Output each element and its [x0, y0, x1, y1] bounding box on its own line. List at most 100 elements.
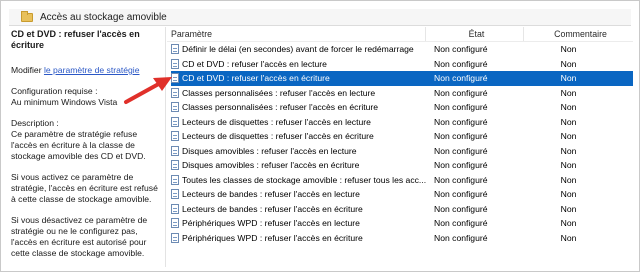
- setting-name: Périphériques WPD : refuser l'accès en l…: [182, 218, 360, 229]
- table-row[interactable]: Disques amovibles : refuser l'accès en é…: [167, 158, 633, 173]
- setting-name: Périphériques WPD : refuser l'accès en é…: [182, 232, 363, 243]
- policy-setting-icon: [171, 102, 179, 113]
- cell-parametre: Lecteurs de bandes : refuser l'accès en …: [167, 203, 426, 214]
- table-row[interactable]: Lecteurs de disquettes : refuser l'accès…: [167, 129, 633, 144]
- cell-commentaire: Non: [560, 174, 577, 185]
- table-body: Définir le délai (en secondes) avant de …: [167, 42, 633, 245]
- policy-setting-icon: [171, 174, 179, 185]
- policy-setting-icon: [171, 131, 179, 142]
- cell-parametre: Définir le délai (en secondes) avant de …: [167, 44, 426, 55]
- column-header-parametre[interactable]: Paramètre: [167, 27, 426, 41]
- column-header-etat[interactable]: État: [426, 27, 524, 41]
- requirement-label: Configuration requise :: [11, 86, 98, 96]
- cell-commentaire: Non: [560, 145, 577, 156]
- cell-parametre: Périphériques WPD : refuser l'accès en l…: [167, 218, 426, 229]
- setting-name: Classes personnalisées : refuser l'accès…: [182, 102, 379, 113]
- description-label: Description :: [11, 118, 59, 128]
- cell-parametre: Disques amovibles : refuser l'accès en é…: [167, 160, 426, 171]
- cell-etat: Non configuré: [434, 160, 488, 171]
- cell-commentaire: Non: [560, 44, 577, 55]
- cell-parametre: Disques amovibles : refuser l'accès en l…: [167, 145, 426, 156]
- policy-window: Accès au stockage amovible CD et DVD : r…: [0, 0, 640, 272]
- cell-parametre: Classes personnalisées : refuser l'accès…: [167, 102, 426, 113]
- cell-etat: Non configuré: [434, 131, 488, 142]
- table-row[interactable]: Lecteurs de bandes : refuser l'accès en …: [167, 202, 633, 217]
- setting-name: Lecteurs de bandes : refuser l'accès en …: [182, 203, 363, 214]
- policy-setting-icon: [171, 73, 179, 84]
- edit-policy-line: Modifier le paramètre de stratégie: [11, 65, 163, 76]
- table-row[interactable]: CD et DVD : refuser l'accès en lecture No…: [167, 57, 633, 72]
- requirement-value: Au minimum Windows Vista: [11, 97, 118, 107]
- cell-etat: Non configuré: [434, 58, 488, 69]
- setting-name: Lecteurs de bandes : refuser l'accès en …: [182, 189, 360, 200]
- requirements: Configuration requise : Au minimum Windo…: [11, 86, 163, 108]
- setting-name: CD et DVD : refuser l'accès en écriture: [182, 73, 330, 84]
- cell-etat: Non configuré: [434, 145, 488, 156]
- enabled-paragraph: Si vous activez ce paramètre de stratégi…: [11, 172, 158, 204]
- cell-parametre: CD et DVD : refuser l'accès en lecture: [167, 58, 426, 69]
- window-titlebar: Accès au stockage amovible: [9, 9, 631, 26]
- table-row[interactable]: Périphériques WPD : refuser l'accès en é…: [167, 231, 633, 246]
- cell-commentaire: Non: [560, 58, 577, 69]
- policy-setting-icon: [171, 116, 179, 127]
- cell-etat: Non configuré: [434, 203, 488, 214]
- pane-divider[interactable]: [165, 27, 166, 267]
- policy-setting-icon: [171, 203, 179, 214]
- description: Description : Ce paramètre de stratégie …: [11, 118, 163, 162]
- cell-commentaire: Non: [560, 232, 577, 243]
- cell-commentaire: Non: [560, 160, 577, 171]
- cell-etat: Non configuré: [434, 116, 488, 127]
- setting-name: Lecteurs de disquettes : refuser l'accès…: [182, 131, 374, 142]
- policy-setting-icon: [171, 218, 179, 229]
- setting-name: Lecteurs de disquettes : refuser l'accès…: [182, 116, 371, 127]
- cell-etat: Non configuré: [434, 44, 488, 55]
- policy-setting-icon: [171, 232, 179, 243]
- cell-commentaire: Non: [560, 131, 577, 142]
- cell-parametre: Classes personnalisées : refuser l'accès…: [167, 87, 426, 98]
- disabled-paragraph: Si vous désactivez ce paramètre de strat…: [11, 215, 148, 258]
- cell-parametre: Lecteurs de disquettes : refuser l'accès…: [167, 131, 426, 142]
- cell-parametre: Lecteurs de bandes : refuser l'accès en …: [167, 189, 426, 200]
- table-row[interactable]: Périphériques WPD : refuser l'accès en l…: [167, 216, 633, 231]
- folder-icon: [21, 10, 33, 22]
- cell-commentaire: Non: [560, 116, 577, 127]
- setting-name: Définir le délai (en secondes) avant de …: [182, 44, 414, 55]
- table-row[interactable]: Classes personnalisées : refuser l'accès…: [167, 100, 633, 115]
- table-row[interactable]: CD et DVD : refuser l'accès en écriture N…: [171, 71, 633, 86]
- table-row[interactable]: Toutes les classes de stockage amovible …: [167, 173, 633, 188]
- window-title: Accès au stockage amovible: [40, 11, 167, 23]
- cell-parametre: Toutes les classes de stockage amovible …: [167, 174, 426, 185]
- cell-etat: Non configuré: [434, 174, 488, 185]
- table-row[interactable]: Disques amovibles : refuser l'accès en l…: [167, 144, 633, 159]
- table-row[interactable]: Lecteurs de bandes : refuser l'accès en …: [167, 187, 633, 202]
- policy-heading: CD et DVD : refuser l'accès en écriture: [11, 29, 140, 50]
- setting-name: Disques amovibles : refuser l'accès en l…: [182, 145, 357, 156]
- cell-commentaire: Non: [560, 87, 577, 98]
- cell-parametre: Périphériques WPD : refuser l'accès en é…: [167, 232, 426, 243]
- setting-name: Disques amovibles : refuser l'accès en é…: [182, 160, 360, 171]
- edit-prefix: Modifier: [11, 65, 44, 75]
- edit-policy-link[interactable]: le paramètre de stratégie: [44, 65, 140, 75]
- table-row[interactable]: Lecteurs de disquettes : refuser l'accès…: [167, 115, 633, 130]
- cell-parametre: Lecteurs de disquettes : refuser l'accès…: [167, 116, 426, 127]
- cell-etat: Non configuré: [434, 232, 488, 243]
- settings-table: Paramètre État Commentaire Définir le dé…: [167, 27, 633, 267]
- cell-etat: Non configuré: [434, 73, 488, 84]
- table-header: Paramètre État Commentaire: [167, 27, 633, 42]
- description-text: Ce paramètre de stratégie refuse l'accès…: [11, 129, 146, 161]
- table-row[interactable]: Classes personnalisées : refuser l'accès…: [167, 86, 633, 101]
- table-row[interactable]: Définir le délai (en secondes) avant de …: [167, 42, 633, 57]
- policy-setting-icon: [171, 145, 179, 156]
- policy-setting-icon: [171, 87, 179, 98]
- cell-etat: Non configuré: [434, 87, 488, 98]
- setting-name: Toutes les classes de stockage amovible …: [182, 174, 426, 185]
- cell-etat: Non configuré: [434, 218, 488, 229]
- policy-setting-icon: [171, 44, 179, 55]
- description-panel: CD et DVD : refuser l'accès en écriture …: [11, 29, 163, 267]
- policy-setting-icon: [171, 58, 179, 69]
- setting-name: Classes personnalisées : refuser l'accès…: [182, 87, 376, 98]
- column-header-commentaire[interactable]: Commentaire: [524, 27, 633, 41]
- cell-commentaire: Non: [560, 218, 577, 229]
- policy-setting-icon: [171, 189, 179, 200]
- cell-commentaire: Non: [560, 73, 577, 84]
